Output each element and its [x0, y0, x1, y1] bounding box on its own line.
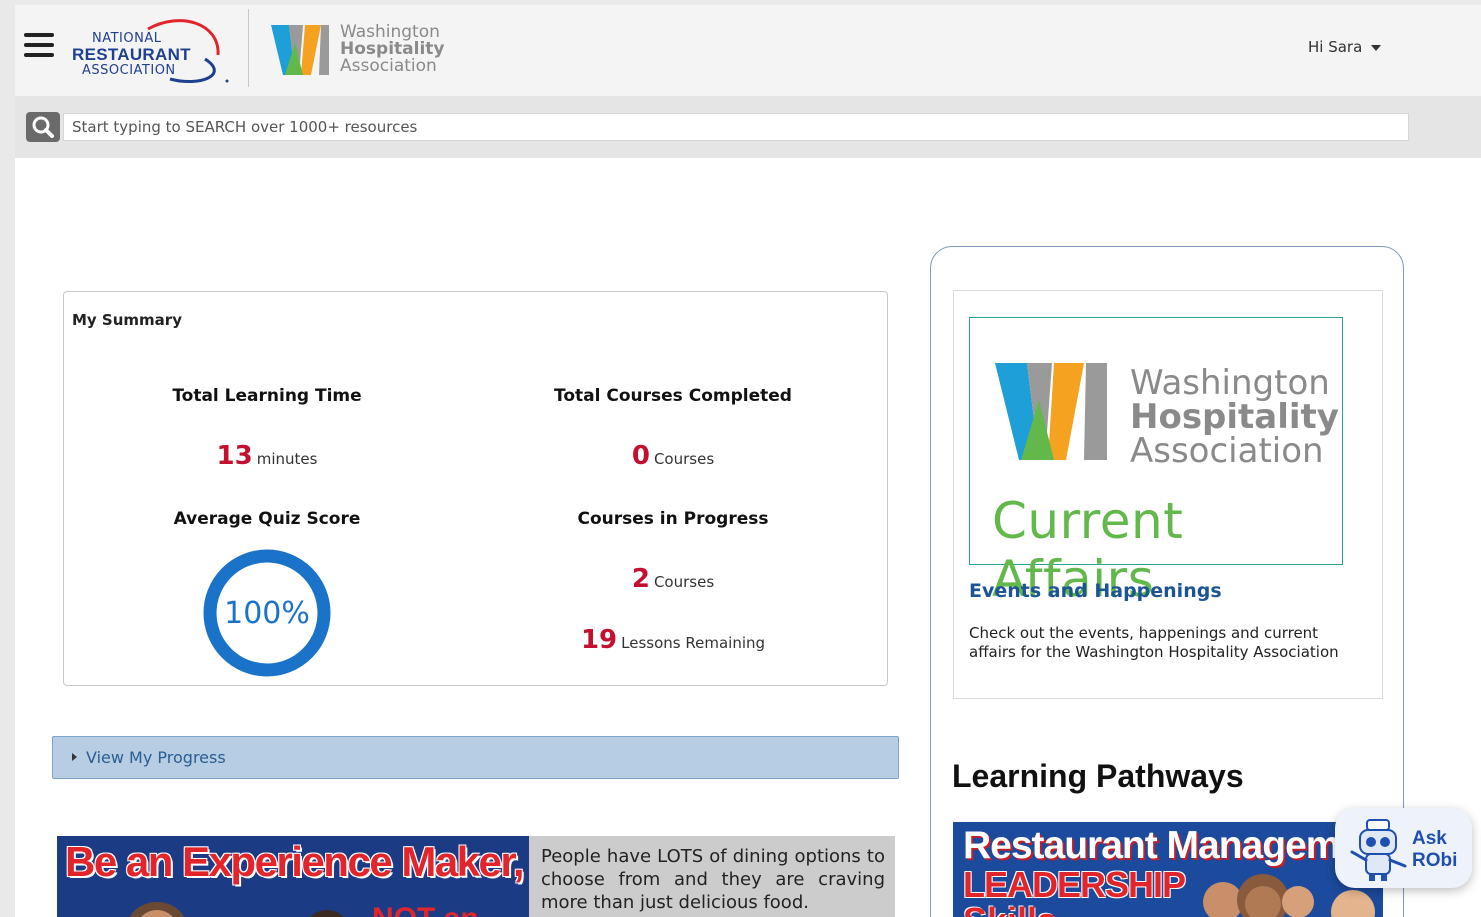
courses-in-progress-value: 2 Courses [523, 564, 823, 594]
quiz-score-donut: 100% [203, 549, 331, 677]
nra-logo-line2: RESTAURANT [72, 45, 191, 64]
wha-logo-text: Washington Hospitality Association [340, 24, 444, 75]
top-header: NATIONAL RESTAURANT ASSOCIATION Washingt… [15, 5, 1481, 96]
wha-logo[interactable]: Washington Hospitality Association [269, 23, 449, 83]
current-affairs-card: Washington Hospitality Association Curre… [953, 290, 1383, 699]
ca-image-logo-line2: Hospitality [1130, 397, 1339, 437]
current-affairs-image[interactable]: Washington Hospitality Association Curre… [969, 317, 1343, 608]
lessons-remaining-number: 19 [580, 625, 618, 655]
nra-logo-line3: ASSOCIATION [82, 63, 176, 78]
view-my-progress-label: View My Progress [86, 748, 226, 767]
ca-image-logo-line3: Association [1130, 431, 1324, 471]
lessons-remaining-unit: Lessons Remaining [621, 634, 766, 652]
user-menu[interactable]: Hi Sara [1308, 38, 1382, 56]
wha-w-mark-icon [271, 25, 329, 75]
total-learning-time-label: Total Learning Time [172, 386, 362, 406]
search-input[interactable] [63, 113, 1409, 141]
experience-maker-banner[interactable]: Be an Experience Maker, NOT an People ha… [57, 836, 895, 917]
learning-pathway-card[interactable]: Restaurant Manageme LEADERSHIP Skills [953, 822, 1383, 917]
total-learning-time-unit: minutes [256, 450, 318, 468]
user-greeting: Hi Sara [1308, 38, 1363, 56]
hamburger-menu-icon[interactable] [24, 33, 54, 61]
courses-in-progress-unit: Courses [653, 573, 715, 591]
nra-logo-line1: NATIONAL [92, 31, 162, 46]
robot-icon [1350, 819, 1407, 881]
banner-people-image: NOT an [129, 902, 477, 917]
total-learning-time-value: 13 minutes [117, 441, 417, 471]
pathway-card-line3: Skills [963, 900, 1057, 917]
lessons-remaining-value: 19 Lessons Remaining [523, 625, 823, 655]
ask-robi-line1: Ask [1412, 828, 1447, 849]
ask-robi-line2: RObi [1412, 850, 1458, 871]
caret-down-icon [1371, 44, 1382, 51]
ca-image-logo-text: Washington Hospitality Association [1130, 366, 1339, 468]
events-happenings-description: Check out the events, happenings and cur… [969, 624, 1339, 661]
view-my-progress-toggle[interactable]: View My Progress [52, 736, 899, 779]
total-courses-completed-value: 0 Courses [523, 441, 823, 471]
courses-in-progress-number: 2 [631, 564, 650, 594]
logo-divider [248, 9, 249, 87]
page: NATIONAL RESTAURANT ASSOCIATION Washingt… [15, 5, 1481, 917]
caret-right-icon [72, 753, 77, 761]
average-quiz-score-label: Average Quiz Score [173, 509, 361, 529]
quiz-score-donut-label: 100% [224, 596, 310, 631]
ask-robi-label: Ask RObi [1412, 828, 1457, 872]
summary-title: My Summary [72, 311, 182, 329]
nra-logo[interactable]: NATIONAL RESTAURANT ASSOCIATION [70, 15, 235, 85]
total-courses-completed-label: Total Courses Completed [554, 386, 792, 406]
search-bar [15, 96, 1481, 158]
courses-in-progress-label: Courses in Progress [577, 509, 769, 529]
wha-w-mark-large-icon [995, 363, 1107, 460]
total-courses-completed-unit: Courses [653, 450, 715, 468]
banner-image: Be an Experience Maker, NOT an [57, 836, 529, 917]
wha-logo-line3: Association [340, 56, 437, 76]
events-happenings-link[interactable]: Events and Happenings [969, 580, 1222, 602]
search-button[interactable] [26, 112, 60, 142]
my-summary-card: My Summary Total Learning Time 13 minutes… [63, 291, 888, 686]
total-courses-completed-number: 0 [631, 441, 650, 471]
banner-body-text: People have LOTS of dining options to ch… [541, 846, 885, 913]
learning-pathways-heading: Learning Pathways [952, 758, 1244, 794]
banner-overlay-text: NOT an [372, 902, 477, 917]
ca-image-logo-line1: Washington [1130, 363, 1330, 403]
search-icon [32, 116, 54, 138]
pathway-card-line1: Restaurant Manageme [963, 824, 1361, 867]
right-panel: Washington Hospitality Association Curre… [930, 246, 1404, 917]
ask-robi-button[interactable]: Ask RObi [1335, 808, 1472, 888]
banner-headline: Be an Experience Maker, [65, 838, 525, 885]
total-learning-time-number: 13 [216, 441, 253, 471]
